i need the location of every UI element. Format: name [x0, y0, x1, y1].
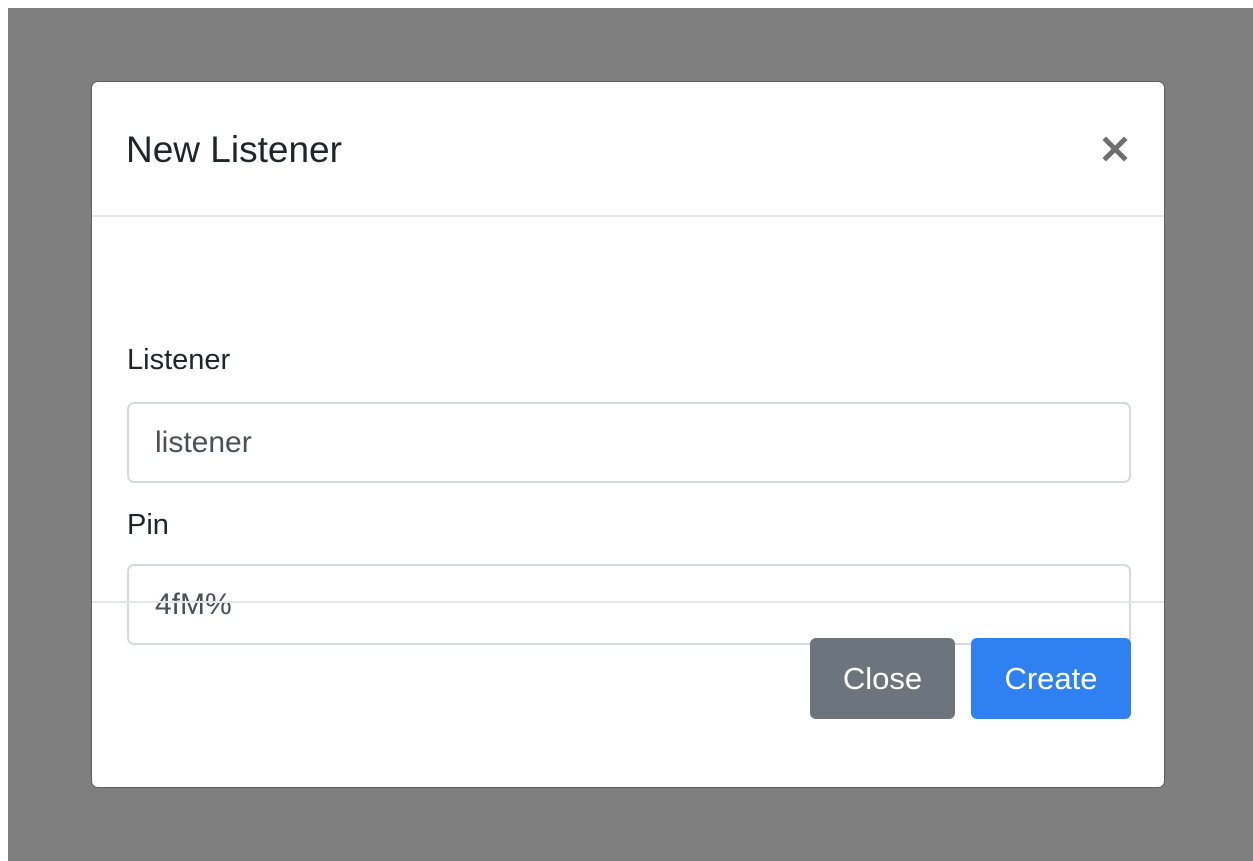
modal-body: Listener Pin	[92, 217, 1164, 645]
pin-label: Pin	[127, 509, 169, 541]
modal-title: New Listener	[126, 129, 342, 170]
new-listener-dialog: New Listener Listener Pin Close Create	[91, 81, 1165, 788]
create-button[interactable]: Create	[971, 638, 1131, 719]
modal-header: New Listener	[92, 82, 1164, 217]
listener-input[interactable]	[127, 402, 1131, 483]
close-button[interactable]: Close	[810, 638, 955, 719]
close-icon[interactable]	[1098, 132, 1132, 166]
listener-label: Listener	[127, 344, 231, 376]
modal-footer: Close Create	[92, 601, 1164, 787]
